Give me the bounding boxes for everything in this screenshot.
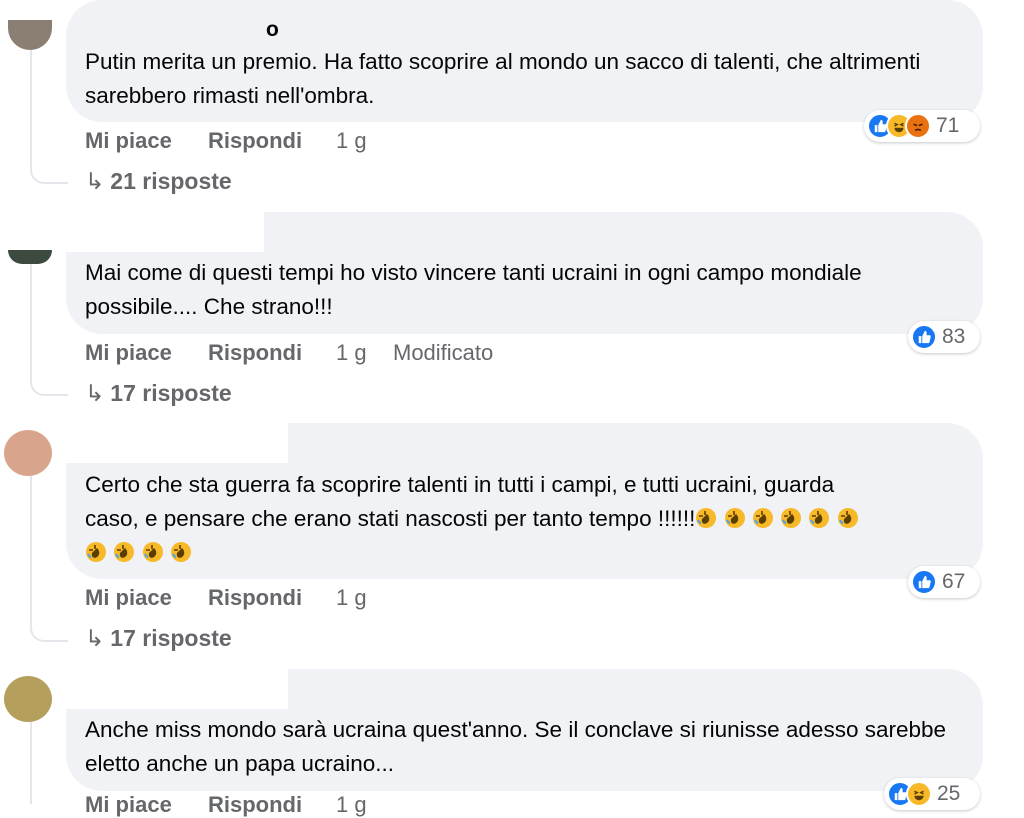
like-reaction-icon <box>911 569 937 595</box>
reply-arrow-icon: ↳ <box>85 625 105 651</box>
rolling-laughing-emoji-icon <box>142 542 163 562</box>
thread-line <box>30 262 32 384</box>
reply-button[interactable]: Rispondi <box>208 792 302 818</box>
comment-text-line: caso, e pensare che erano stati nascosti… <box>85 502 965 536</box>
reply-button[interactable]: Rispondi <box>208 340 302 366</box>
replies-count: 21 risposte <box>110 168 232 194</box>
comment-author[interactable]: o <box>266 18 279 42</box>
emoji-group <box>85 536 965 570</box>
rolling-laughing-emoji-icon <box>781 508 802 528</box>
rolling-laughing-emoji-icon <box>696 508 717 528</box>
avatar[interactable] <box>4 676 52 722</box>
like-reaction-icon <box>911 324 937 350</box>
rolling-laughing-emoji-icon <box>809 508 830 528</box>
reaction-count: 83 <box>942 325 966 348</box>
rolling-laughing-emoji-icon <box>114 542 135 562</box>
thread-line <box>30 720 32 804</box>
comment-text: Anche miss mondo sarà ucraina quest'anno… <box>85 717 947 776</box>
comment-timestamp[interactable]: 1 g <box>336 585 367 611</box>
reactions-summary[interactable]: 83 <box>908 321 980 353</box>
avatar[interactable] <box>8 20 52 50</box>
thread-connector <box>30 168 68 184</box>
rolling-laughing-emoji-icon <box>86 542 106 562</box>
angry-reaction-icon <box>905 113 931 139</box>
reply-button[interactable]: Rispondi <box>208 128 302 154</box>
reactions-summary[interactable]: 67 <box>908 566 980 598</box>
comment-timestamp[interactable]: 1 g <box>336 340 367 366</box>
reply-arrow-icon: ↳ <box>85 380 105 406</box>
emoji-group <box>695 506 858 531</box>
reaction-count: 71 <box>936 114 960 137</box>
thread-line <box>30 48 32 172</box>
reaction-count: 25 <box>937 782 961 805</box>
like-button[interactable]: Mi piace <box>85 340 172 366</box>
comment-text-line: Certo che sta guerra fa scoprire talenti… <box>85 472 835 497</box>
reaction-count: 67 <box>942 570 966 593</box>
reply-button[interactable]: Rispondi <box>208 585 302 611</box>
thread-connector <box>30 380 68 396</box>
edited-label[interactable]: Modificato <box>393 340 493 366</box>
view-replies-link[interactable]: ↳ 17 risposte <box>85 380 232 407</box>
comment-text-fragment: caso, e pensare che erano stati nascosti… <box>85 506 696 531</box>
comment-text: Certo che sta guerra fa scoprire talenti… <box>85 468 965 570</box>
rolling-laughing-emoji-icon <box>837 508 858 528</box>
comment-timestamp[interactable]: 1 g <box>336 792 367 818</box>
view-replies-link[interactable]: ↳ 21 risposte <box>85 168 232 195</box>
replies-count: 17 risposte <box>110 625 232 651</box>
haha-reaction-icon <box>906 781 932 807</box>
rolling-laughing-emoji-icon <box>724 508 745 528</box>
rolling-laughing-emoji-icon <box>170 542 191 562</box>
like-button[interactable]: Mi piace <box>85 585 172 611</box>
comment-timestamp[interactable]: 1 g <box>336 128 367 154</box>
like-button[interactable]: Mi piace <box>85 128 172 154</box>
reactions-summary[interactable]: 25 <box>884 778 980 810</box>
thread-connector <box>30 626 68 642</box>
rolling-laughing-emoji-icon <box>752 508 773 528</box>
author-name-mask <box>66 423 288 463</box>
like-button[interactable]: Mi piace <box>85 792 172 818</box>
view-replies-link[interactable]: ↳ 17 risposte <box>85 625 232 652</box>
comment-text: Mai come di questi tempi ho visto vincer… <box>85 260 862 319</box>
reactions-summary[interactable]: 71 <box>864 110 980 142</box>
author-name-mask <box>66 669 288 709</box>
avatar[interactable] <box>4 430 52 476</box>
thread-line <box>30 476 32 630</box>
comment-text: Putin merita un premio. Ha fatto scoprir… <box>85 49 921 108</box>
reply-arrow-icon: ↳ <box>85 168 105 194</box>
author-name-mask <box>66 212 264 252</box>
avatar[interactable] <box>8 250 52 264</box>
replies-count: 17 risposte <box>110 380 232 406</box>
